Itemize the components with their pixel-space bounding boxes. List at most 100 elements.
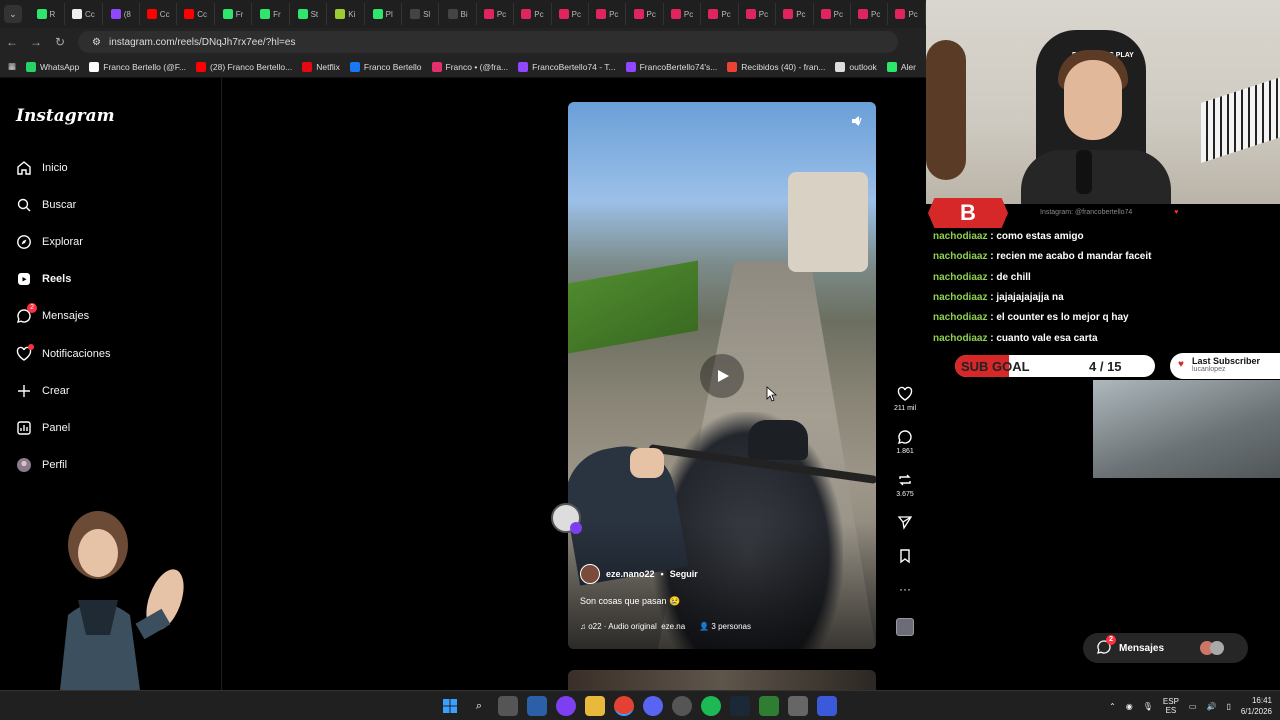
task-view-button[interactable] (498, 696, 518, 716)
nav-item-explorar[interactable]: Explorar (16, 230, 83, 254)
browser-tab[interactable]: Pc (739, 3, 777, 25)
save-button[interactable] (890, 548, 920, 564)
nav-item-notificaciones[interactable]: Notificaciones (16, 342, 110, 366)
back-button[interactable]: ← (0, 30, 24, 54)
taskbar-search-button[interactable]: ⌕ (469, 696, 489, 716)
floating-avatar[interactable] (551, 503, 582, 534)
reload-button[interactable]: ↻ (48, 30, 72, 54)
nav-item-inicio[interactable]: Inicio (16, 156, 68, 180)
network-icon[interactable]: ◉ (1126, 702, 1133, 711)
microphone-icon[interactable]: 🎙 (1143, 702, 1153, 711)
browser-tab[interactable]: Pc (888, 3, 926, 25)
browser-tab[interactable]: Sl (402, 3, 440, 25)
bookmark-item[interactable]: Franco • (@fra... (431, 61, 508, 72)
discord-button[interactable] (643, 696, 663, 716)
chrome-button[interactable] (614, 696, 634, 716)
reel-username[interactable]: eze.nano22 (606, 569, 655, 579)
reel-audio[interactable]: ♫ o22 · Audio original eze.na (580, 622, 685, 631)
browser-tab[interactable]: Ki (327, 3, 365, 25)
chat-text: : cuanto vale esa carta (990, 333, 1098, 344)
webcam-feed: PRAGMATIC PLAY (926, 0, 1280, 204)
instagram-logo[interactable]: Instagram (16, 106, 115, 126)
battery-icon[interactable]: ▯ (1226, 702, 1230, 711)
browser-tab[interactable]: Fr (215, 3, 253, 25)
browser-tab[interactable]: Pc (477, 3, 515, 25)
bookmark-item[interactable]: outlook (835, 61, 877, 72)
browser-tab[interactable]: Pl (365, 3, 402, 25)
browser-tab[interactable]: Fr (252, 3, 290, 25)
volume-icon[interactable] (848, 112, 866, 130)
nav-item-buscar[interactable]: Buscar (16, 193, 76, 217)
bookmark-item[interactable]: Franco Bertello (349, 61, 422, 72)
clock[interactable]: 16:41 6/1/2026 (1241, 695, 1272, 717)
display-icon[interactable]: ▭ (1189, 702, 1197, 711)
bookmark-item[interactable]: WhatsApp (26, 61, 79, 72)
browser-tab[interactable]: Cc (140, 3, 178, 25)
browser-tab[interactable]: Pc (514, 3, 552, 25)
browser-tab[interactable]: Pc (552, 3, 590, 25)
tab-favicon-icon (335, 9, 346, 19)
browser-tab[interactable]: Pc (589, 3, 627, 25)
steam-button[interactable] (730, 696, 750, 716)
reel-author-avatar[interactable] (580, 564, 600, 584)
app-button-4[interactable] (788, 696, 808, 716)
reel-video[interactable]: eze.nano22 • Seguir Son cosas que pasan … (568, 102, 876, 649)
tab-favicon-icon (895, 9, 906, 19)
tab-search-button[interactable]: ⌄ (4, 5, 22, 23)
bookmark-item[interactable]: Recibidos (40) - fran... (727, 61, 825, 72)
browser-tab[interactable]: Pc (814, 3, 851, 25)
browser-tab[interactable]: (8 (103, 3, 140, 25)
browser-tab[interactable]: Cc (177, 3, 215, 25)
comment-button[interactable]: 1.861 (890, 429, 920, 455)
bookmark-item[interactable]: Franco Bertello (@F... (89, 61, 186, 72)
nav-item-crear[interactable]: Crear (16, 379, 70, 403)
browser-tab[interactable]: St (290, 3, 328, 25)
nav-item-mensajes[interactable]: 2 Mensajes (16, 303, 89, 328)
messages-pill[interactable]: 2 Mensajes (1083, 633, 1248, 663)
bookmark-item[interactable]: FrancoBertello74 - T... (518, 61, 616, 72)
url-field[interactable]: ⚙ instagram.com/reels/DNqJh7rx7ee/?hl=es (78, 31, 898, 53)
tab-label: R (49, 9, 56, 19)
apps-icon[interactable]: ▦ (8, 61, 16, 72)
tab-favicon-icon (110, 9, 121, 19)
browser-tab[interactable]: Bi (439, 3, 477, 25)
app-button-2[interactable] (672, 696, 692, 716)
bookmark-item[interactable]: Netflix (302, 61, 340, 72)
start-button[interactable] (440, 696, 460, 716)
nav-item-perfil[interactable]: Perfil (16, 453, 67, 477)
browser-tab[interactable]: Pc (626, 3, 664, 25)
reel-people[interactable]: 👤 3 personas (699, 622, 751, 631)
app-button-3[interactable] (759, 696, 779, 716)
nav-item-reels[interactable]: Reels (16, 267, 71, 291)
forward-button[interactable]: → (24, 30, 48, 54)
chat-message: nachodiaaz : de chill (933, 272, 1031, 283)
browser-tab[interactable]: Pc (701, 3, 739, 25)
browser-tab[interactable]: Cc (65, 3, 103, 25)
follow-button[interactable]: Seguir (670, 569, 698, 579)
spotify-button[interactable] (701, 696, 721, 716)
app-button[interactable] (556, 696, 576, 716)
browser-tab[interactable]: R (28, 3, 66, 25)
next-reel-preview[interactable] (568, 670, 876, 690)
play-button[interactable] (700, 354, 744, 398)
like-button[interactable]: 211 mil (890, 386, 920, 412)
bookmark-item[interactable]: FrancoBertello74's... (625, 61, 717, 72)
tray-chevron-icon[interactable]: ⌃ (1109, 702, 1116, 711)
browser-tab[interactable]: Pc (776, 3, 814, 25)
volume-icon[interactable]: 🔊 (1206, 702, 1216, 711)
tab-favicon-icon (858, 9, 869, 19)
audio-thumbnail-button[interactable] (890, 618, 920, 636)
file-explorer-button[interactable] (585, 696, 605, 716)
site-info-icon[interactable]: ⚙ (92, 37, 101, 48)
repost-button[interactable]: 3.675 (890, 472, 920, 498)
app-button-5[interactable] (817, 696, 837, 716)
language-indicator[interactable]: ESP ES (1163, 697, 1179, 715)
share-button[interactable] (890, 514, 920, 530)
bookmark-item[interactable]: (28) Franco Bertello... (196, 61, 292, 72)
bookmark-item[interactable]: Aler (886, 61, 916, 72)
store-button[interactable] (527, 696, 547, 716)
nav-item-panel[interactable]: Panel (16, 416, 70, 440)
browser-tab[interactable]: Pc (664, 3, 702, 25)
more-options-button[interactable]: ··· (890, 583, 920, 595)
browser-tab[interactable]: Pc (851, 3, 889, 25)
